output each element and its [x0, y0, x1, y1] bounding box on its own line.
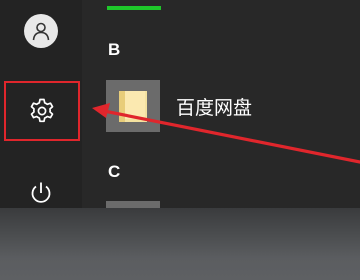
app-item-baidu-netdisk[interactable]: 百度网盘: [106, 80, 326, 132]
power-icon: [31, 182, 51, 203]
app-tile-partial: [106, 201, 160, 208]
app-list: B 百度网盘 C: [82, 0, 360, 208]
desktop-background: [0, 208, 360, 280]
app-label: 百度网盘: [176, 97, 253, 119]
scroll-accent-bar: [107, 6, 161, 10]
start-menu: B 百度网盘 C: [0, 0, 360, 208]
user-icon: [32, 22, 50, 41]
start-menu-rail: [0, 0, 82, 208]
app-tile: [106, 80, 160, 132]
section-header-b[interactable]: B: [108, 40, 120, 60]
account-button[interactable]: [24, 14, 58, 48]
folder-icon: [119, 91, 147, 122]
power-button[interactable]: [24, 176, 58, 210]
screen: B 百度网盘 C: [0, 0, 360, 280]
gear-icon: [30, 98, 54, 123]
section-header-c[interactable]: C: [108, 162, 120, 182]
settings-button[interactable]: [4, 81, 80, 141]
